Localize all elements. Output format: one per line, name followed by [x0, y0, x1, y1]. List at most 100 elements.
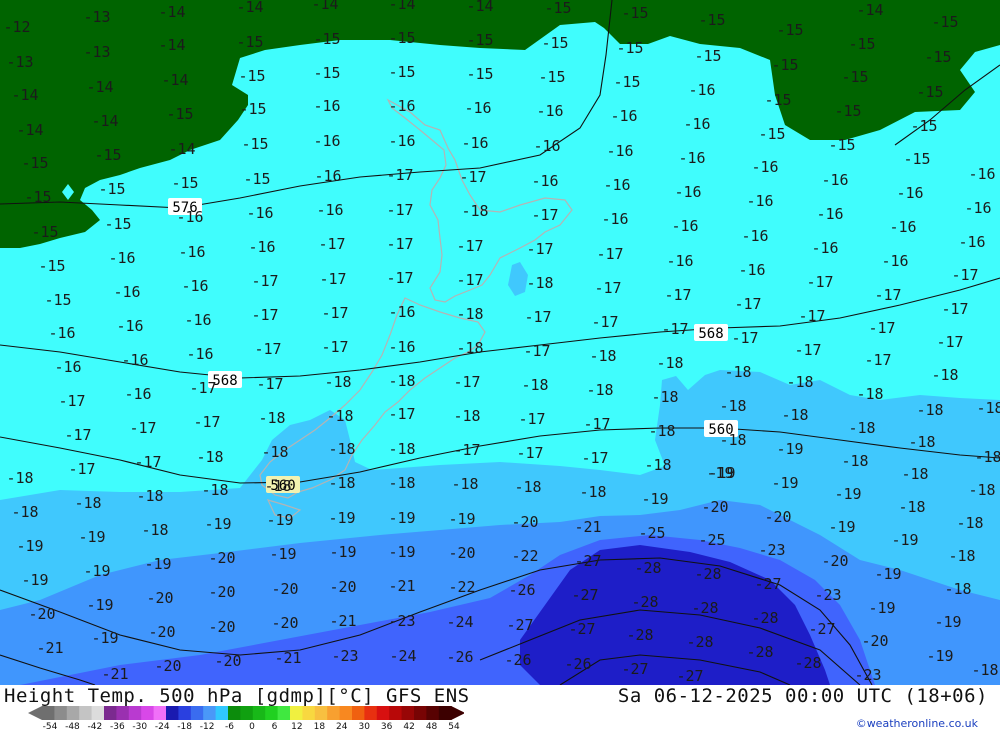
temp-value-label: -18: [644, 456, 671, 474]
legend-swatch: [240, 706, 254, 720]
temp-value-label: -15: [698, 11, 725, 29]
temp-value-label: -18: [11, 503, 38, 521]
temp-value-label: -16: [678, 149, 705, 167]
legend-tick-label: 6: [271, 722, 278, 732]
temp-value-label: -18: [656, 354, 683, 372]
temp-value-label: -17: [58, 392, 85, 410]
credit-link[interactable]: ©weatheronline.co.uk: [856, 717, 978, 730]
legend-swatch: [54, 706, 68, 720]
temp-value-label: -16: [958, 233, 985, 251]
temp-value-label: -16: [54, 358, 81, 376]
temp-value-label: -28: [626, 626, 653, 644]
temp-value-label: -17: [453, 441, 480, 459]
temp-value-label: -18: [579, 483, 606, 501]
temp-value-label: -17: [594, 279, 621, 297]
temp-value-label: -17: [526, 240, 553, 258]
temp-value-label: -16: [683, 115, 710, 133]
legend-swatch: [252, 706, 266, 720]
temp-value-label: -18: [856, 385, 883, 403]
temp-value-label: -17: [453, 373, 480, 391]
temp-value-label: -15: [166, 105, 193, 123]
temp-value-label: -16: [964, 199, 991, 217]
temp-value-label: -18: [456, 305, 483, 323]
temp-value-label: -16: [184, 311, 211, 329]
temp-value-label: -15: [313, 64, 340, 82]
temp-value-label: -16: [316, 201, 343, 219]
temp-value-label: -15: [241, 135, 268, 153]
temp-value-label: -16: [121, 351, 148, 369]
temp-value-label: -15: [98, 180, 125, 198]
temp-value-label: -23: [814, 586, 841, 604]
legend-swatch: [203, 706, 217, 720]
legend-swatch: [438, 706, 452, 720]
temp-value-label: -17: [388, 405, 415, 423]
temp-value-label: -15: [31, 223, 58, 241]
temp-value-label: -24: [389, 647, 416, 665]
temp-value-label: -24: [446, 613, 473, 631]
temp-value-label: -14: [161, 71, 188, 89]
legend-swatch: [314, 706, 328, 720]
legend-swatch: [364, 706, 378, 720]
temp-value-label: -21: [574, 518, 601, 536]
temp-value-label: -14: [856, 1, 883, 19]
temp-value-label: -16: [536, 102, 563, 120]
temp-value-label: -26: [508, 581, 535, 599]
temp-value-label: -16: [313, 97, 340, 115]
temp-value-label: -14: [158, 36, 185, 54]
temp-value-label: -20: [208, 549, 235, 567]
temp-value-label: -20: [329, 578, 356, 596]
temp-value-label: -16: [176, 208, 203, 226]
temp-value-label: -15: [916, 83, 943, 101]
legend-tick-label: 24: [336, 722, 348, 732]
temp-value-label: -17: [524, 308, 551, 326]
temp-value-label: -18: [74, 494, 101, 512]
temp-value-label: -16: [181, 277, 208, 295]
temp-value-label: -28: [631, 593, 658, 611]
temp-value-label: -18: [388, 440, 415, 458]
temp-value-label: -16: [606, 142, 633, 160]
legend-tick-label: -48: [65, 722, 80, 732]
temp-value-label: -18: [781, 406, 808, 424]
temp-value-label: -15: [44, 291, 71, 309]
temp-value-label: -18: [586, 381, 613, 399]
temp-value-label: -15: [544, 0, 571, 17]
legend-swatch: [79, 706, 93, 720]
temp-value-label: -16: [113, 283, 140, 301]
temp-value-label: -17: [318, 235, 345, 253]
temp-value-label: -17: [661, 320, 688, 338]
temp-value-label: -18: [514, 478, 541, 496]
legend-swatch: [128, 706, 142, 720]
temp-value-label: -28: [746, 643, 773, 661]
legend-swatch: [426, 706, 440, 720]
temp-value-label: -14: [11, 86, 38, 104]
temp-value-label: -17: [951, 266, 978, 284]
temp-value-label: -17: [193, 413, 220, 431]
temp-value-label: -17: [798, 307, 825, 325]
temp-value-label: -16: [666, 252, 693, 270]
temp-value-label: -20: [154, 657, 181, 675]
temp-value-label: -16: [738, 261, 765, 279]
temp-value-label: -19: [328, 509, 355, 527]
temp-value-label: -17: [64, 426, 91, 444]
temp-value-label: -18: [976, 399, 1000, 417]
legend-swatch: [352, 706, 365, 720]
map-area: 576 568 568 560 560 -12 -13 -14 -14 -14 -14 -1…: [0, 0, 1000, 685]
temp-value-label: -16: [889, 218, 916, 236]
legend-swatch: [215, 706, 229, 720]
temp-value-label: -28: [691, 599, 718, 617]
temp-value-label: -17: [936, 333, 963, 351]
temp-value-label: -16: [821, 171, 848, 189]
legend-tick-label: 18: [313, 722, 326, 732]
legend-swatch: [178, 706, 192, 720]
temp-value-label: -21: [274, 649, 301, 667]
temp-value-label: -17: [386, 235, 413, 253]
legend-swatch: [91, 706, 105, 720]
temp-value-label: -17: [189, 379, 216, 397]
temp-value-label: -15: [931, 13, 958, 31]
temp-value-label: -27: [676, 667, 703, 685]
temp-value-label: -15: [388, 29, 415, 47]
temp-value-label: -18: [328, 474, 355, 492]
temp-value-label: -14: [466, 0, 493, 15]
temp-value-label: -20: [701, 498, 728, 516]
temp-value-label: -18: [453, 407, 480, 425]
